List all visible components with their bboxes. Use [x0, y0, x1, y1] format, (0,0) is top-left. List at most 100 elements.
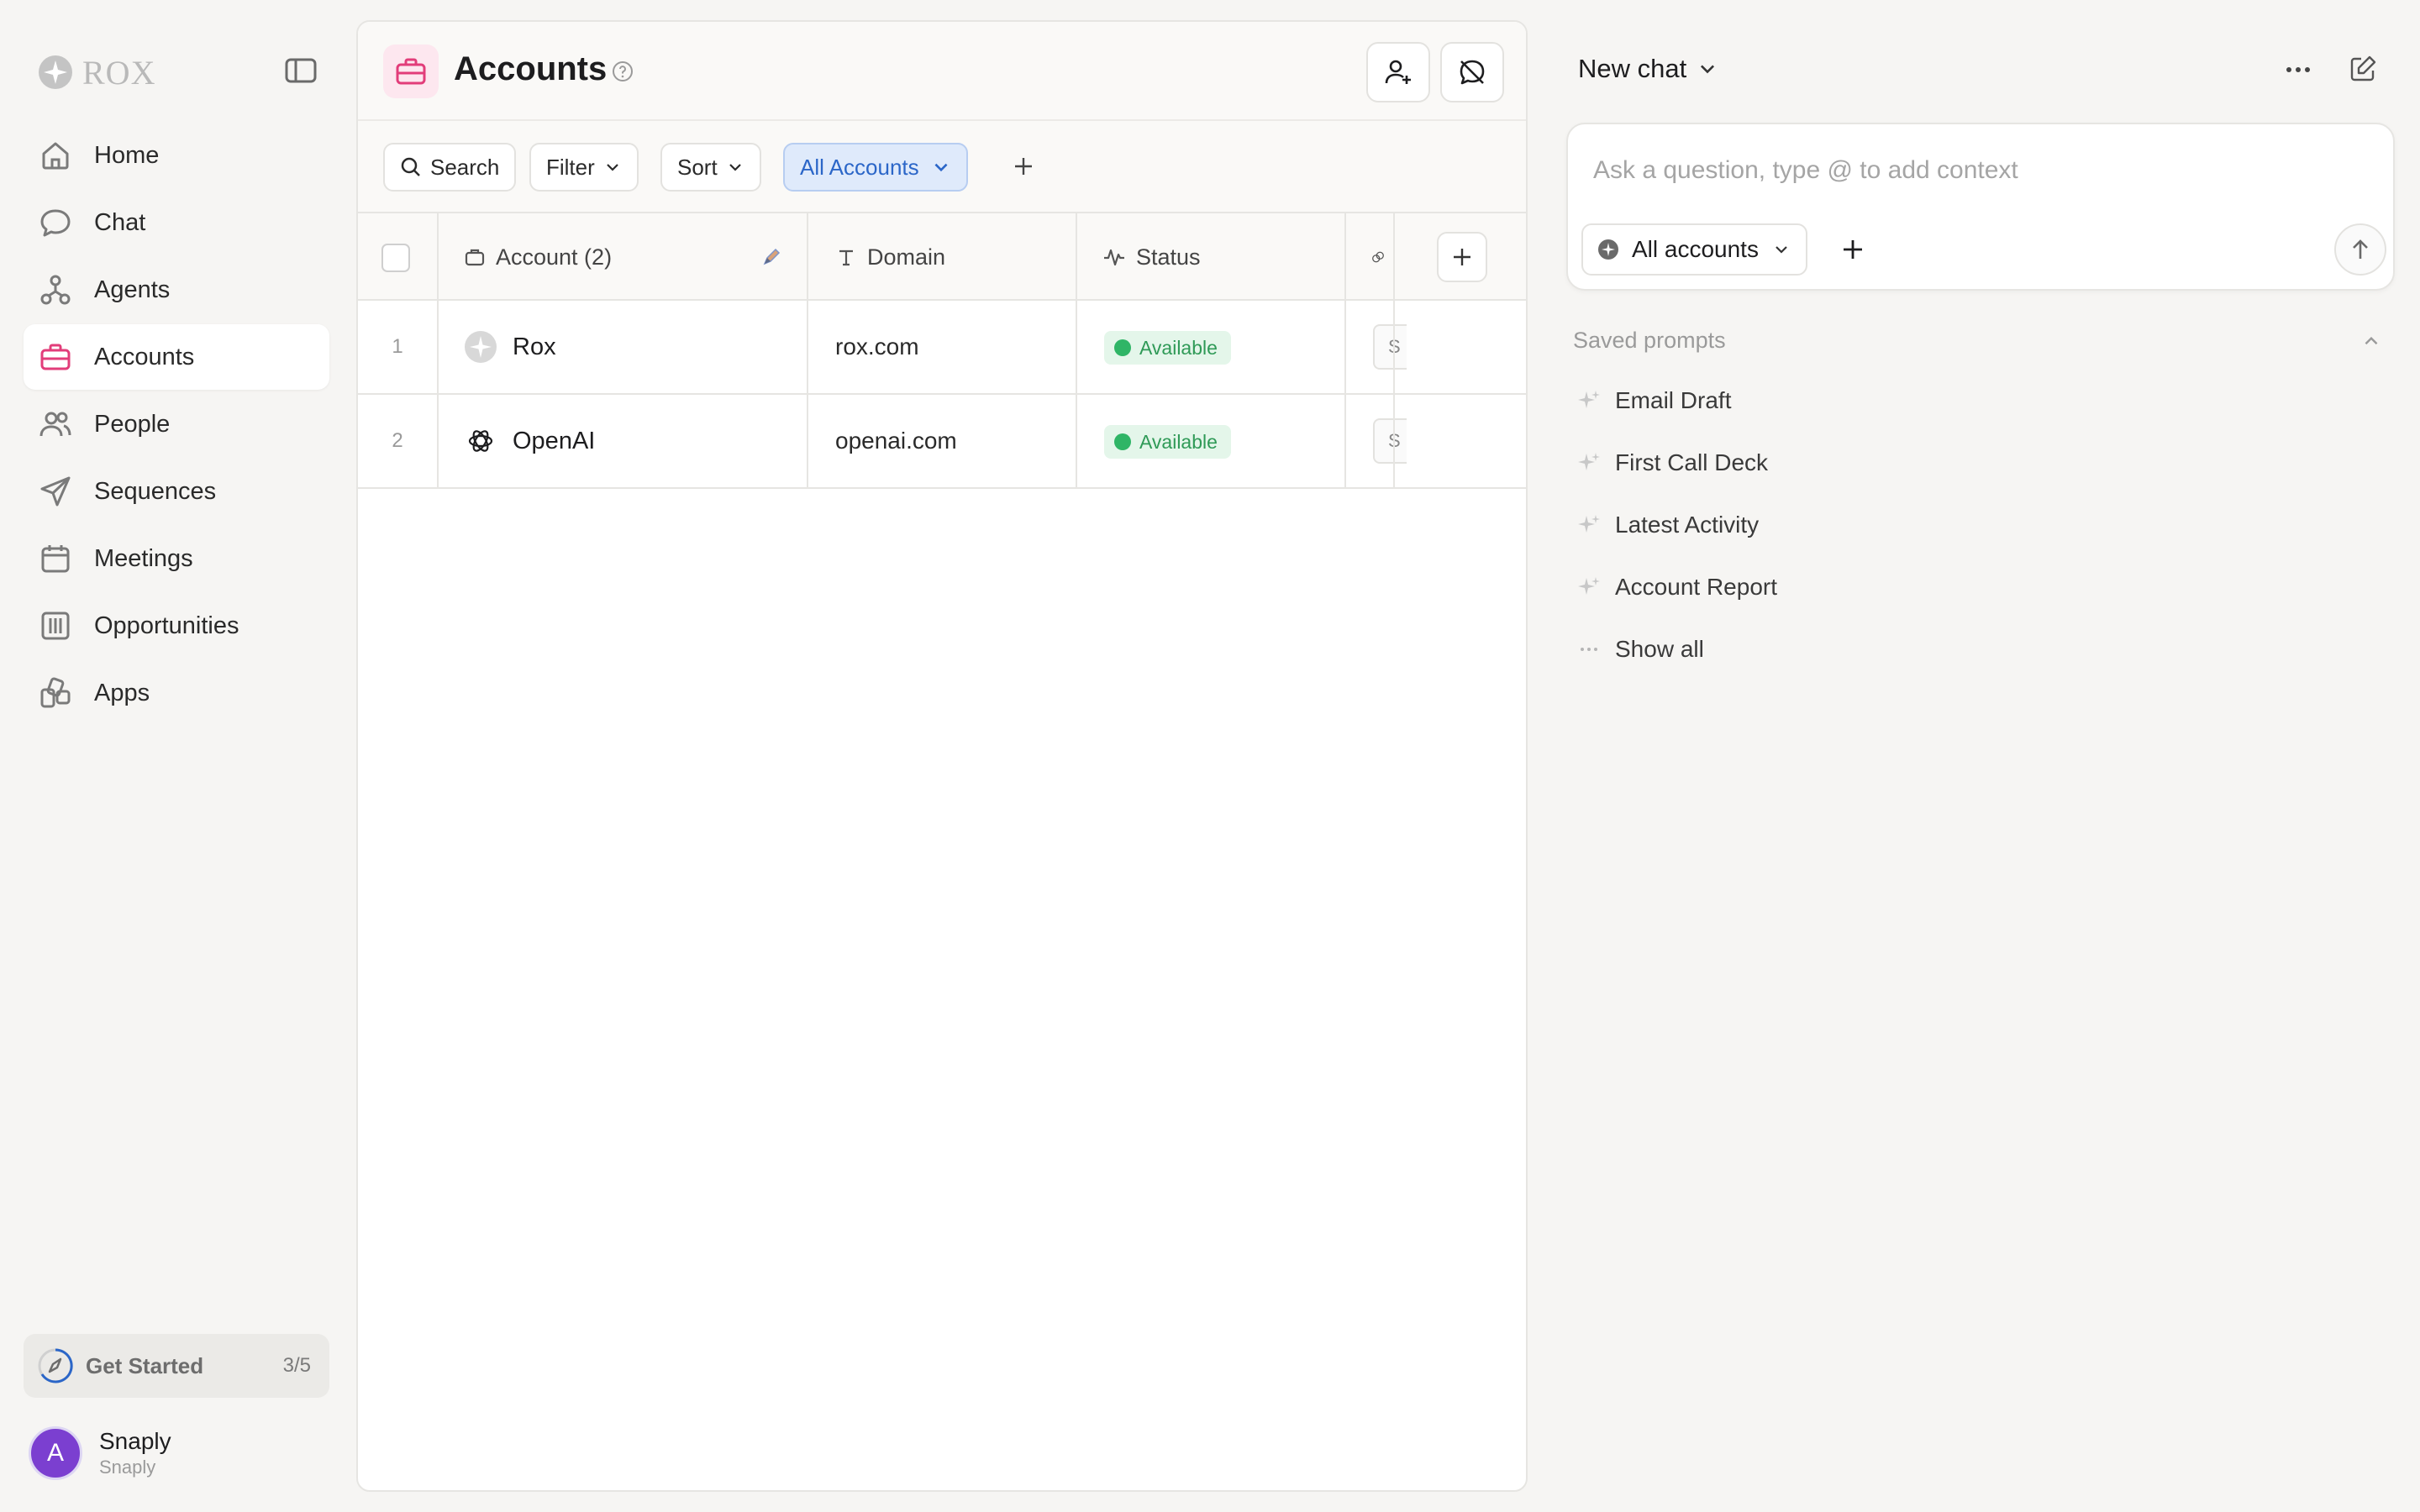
prompt-label: Email Draft — [1615, 387, 1732, 413]
select-all-checkbox[interactable] — [381, 244, 410, 272]
sparkle-icon — [1578, 391, 1600, 408]
column-divider — [1393, 395, 1395, 489]
column-header-domain[interactable]: Domain — [835, 213, 945, 301]
column-divider — [807, 395, 808, 489]
view-selector[interactable]: All Accounts — [783, 143, 968, 192]
filter-button[interactable]: Filter — [529, 143, 639, 192]
chevron-down-icon — [1776, 246, 1787, 254]
truncated-cell[interactable]: S — [1373, 324, 1407, 370]
sidebar-item-label: Meetings — [94, 544, 193, 572]
column-header-account[interactable]: Account (2) — [464, 213, 783, 301]
context-selector[interactable]: All accounts — [1581, 223, 1807, 276]
send-icon — [40, 476, 71, 507]
sidebar-item-chat[interactable]: Chat — [24, 190, 329, 255]
sidebar-item-accounts[interactable]: Accounts — [24, 324, 329, 390]
row-number: 2 — [392, 429, 403, 452]
chat-off-icon — [1460, 60, 1485, 85]
chevron-down-icon — [607, 164, 618, 171]
add-column-button[interactable] — [1437, 232, 1487, 282]
sidebar-item-meetings[interactable]: Meetings — [24, 526, 329, 591]
rox-logo[interactable]: ROX — [37, 52, 155, 92]
agents-icon — [40, 275, 71, 305]
sidebar-item-agents[interactable]: Agents — [24, 257, 329, 323]
status-dot — [1114, 339, 1131, 356]
column-divider — [437, 301, 439, 395]
chat-bubble-icon — [40, 209, 71, 237]
saved-prompt-item[interactable]: Latest Activity — [1576, 494, 1777, 556]
rox-logo-icon — [465, 331, 497, 363]
table-row[interactable]: 1 Rox rox.com Available S — [358, 301, 1526, 395]
table-header: Account (2) Domain Status — [358, 213, 1526, 301]
chat-input[interactable] — [1593, 156, 2349, 185]
people-icon — [39, 412, 71, 437]
user-org: Snaply — [99, 1457, 156, 1478]
saved-prompts-collapse-button[interactable] — [2361, 331, 2381, 351]
table-row[interactable]: 2 OpenAI openai.com Available S — [358, 395, 1526, 489]
sidebar-toggle-button[interactable] — [284, 57, 324, 87]
sidebar-item-home[interactable]: Home — [24, 123, 329, 188]
calendar-icon — [41, 545, 70, 573]
truncated-cell[interactable]: S — [1373, 418, 1407, 464]
sidebar-item-apps[interactable]: Apps — [24, 660, 329, 726]
prompt-label: First Call Deck — [1615, 449, 1769, 475]
chat-selector[interactable]: New chat — [1578, 54, 1718, 84]
arrow-up-icon — [2353, 239, 2368, 259]
add-view-button[interactable] — [1012, 155, 1035, 178]
chevron-down-icon — [729, 164, 741, 171]
get-started-label: Get Started — [86, 1352, 204, 1378]
sidebar: ROX Home Chat Agents Accounts People Seq… — [0, 0, 345, 1512]
send-button[interactable] — [2334, 223, 2386, 276]
saved-prompt-item[interactable]: First Call Deck — [1576, 432, 1777, 494]
new-chat-button[interactable] — [2348, 54, 2378, 84]
sidebar-item-label: Apps — [94, 679, 150, 706]
building-icon — [465, 249, 485, 266]
page-header: Accounts — [358, 22, 1526, 121]
domain-cell[interactable]: rox.com — [835, 301, 919, 393]
get-started-button[interactable]: Get Started 3/5 — [24, 1334, 329, 1398]
user-profile[interactable]: A Snaply Snaply — [29, 1426, 171, 1480]
chat-panel: New chat All accounts Saved prompts Emai… — [1555, 0, 2420, 1512]
columns-icon — [41, 612, 70, 640]
status-label: Available — [1139, 430, 1218, 453]
sort-label: Sort — [677, 154, 718, 180]
chat-title: New chat — [1578, 54, 1687, 83]
search-button[interactable]: Search — [383, 143, 517, 192]
sidebar-item-people[interactable]: People — [24, 391, 329, 457]
sidebar-item-opportunities[interactable]: Opportunities — [24, 593, 329, 659]
saved-prompts-heading: Saved prompts — [1573, 328, 1726, 353]
link-icon — [1372, 251, 1384, 263]
hide-chat-button[interactable] — [1440, 42, 1504, 102]
saved-prompt-item[interactable]: Account Report — [1576, 556, 1777, 618]
help-icon[interactable] — [612, 60, 634, 82]
domain-cell[interactable]: openai.com — [835, 395, 957, 487]
status-badge[interactable]: Available — [1104, 425, 1231, 459]
toolbar: Search Filter Sort All Accounts — [358, 121, 1526, 213]
sidebar-panel-icon — [285, 58, 317, 83]
apps-icon — [40, 677, 71, 708]
filter-label: Filter — [546, 154, 595, 180]
more-horizontal-icon — [2286, 67, 2310, 72]
accounts-panel: Accounts Search Filter Sort All Accounts — [356, 20, 1528, 1492]
account-name: Rox — [513, 333, 556, 360]
account-cell[interactable]: Rox — [464, 301, 556, 393]
add-context-button[interactable] — [1840, 237, 1865, 262]
show-all-prompts-button[interactable]: Show all — [1576, 618, 1777, 680]
saved-prompt-item[interactable]: Email Draft — [1576, 370, 1777, 432]
add-person-button[interactable] — [1366, 42, 1430, 102]
search-icon — [401, 157, 420, 176]
context-label: All accounts — [1632, 236, 1759, 262]
plus-icon — [1015, 158, 1032, 175]
sidebar-item-label: Opportunities — [94, 612, 239, 639]
column-header-status[interactable]: Status — [1102, 213, 1201, 301]
column-header-truncated[interactable] — [1371, 213, 1395, 301]
search-label: Search — [430, 154, 500, 180]
column-label: Status — [1136, 244, 1201, 270]
sort-button[interactable]: Sort — [660, 143, 761, 192]
get-started-progress: 3/5 — [282, 1354, 311, 1377]
activity-icon — [1104, 249, 1124, 266]
sidebar-item-sequences[interactable]: Sequences — [24, 459, 329, 524]
status-badge[interactable]: Available — [1104, 331, 1231, 365]
account-cell[interactable]: OpenAI — [464, 395, 595, 487]
more-options-button[interactable] — [2284, 55, 2312, 84]
pencil-icon — [763, 248, 781, 265]
